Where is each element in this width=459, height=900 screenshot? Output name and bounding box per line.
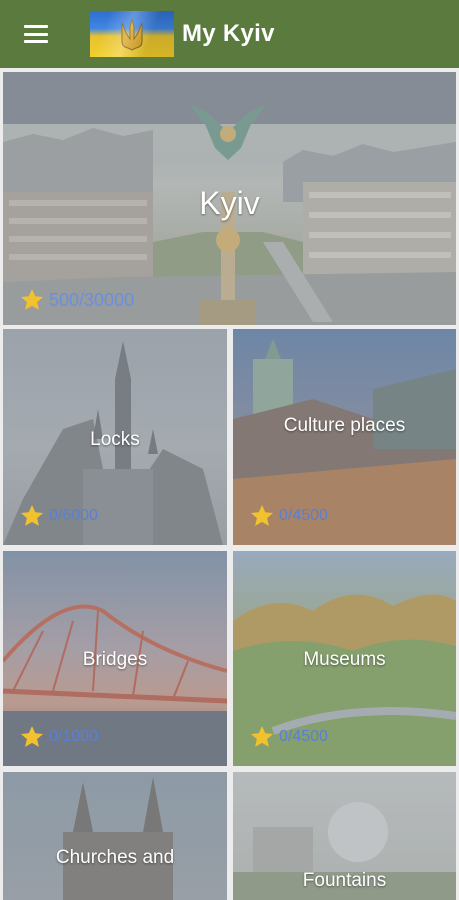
category-card-churches[interactable]: Churches and <box>3 772 227 900</box>
category-score-value: 0/1000 <box>49 728 98 745</box>
hero-kyiv-card[interactable]: Kyiv 500/30000 <box>3 72 456 325</box>
hero-score: 500/30000 <box>19 287 134 313</box>
app-screen: My Kyiv Kyiv 500/30000 Locks 0/6000 Cult… <box>0 0 459 900</box>
category-score-value: 0/4500 <box>279 728 328 745</box>
app-title: My Kyiv <box>182 20 275 47</box>
category-label: Culture places <box>283 415 406 436</box>
category-score: 0/6000 <box>19 503 98 529</box>
hamburger-menu-icon <box>24 25 48 43</box>
category-score: 0/4500 <box>249 724 328 750</box>
star-icon <box>250 725 274 747</box>
menu-button[interactable] <box>0 0 72 68</box>
app-bar: My Kyiv <box>0 0 459 68</box>
star-icon <box>20 504 44 526</box>
hero-title: Kyiv <box>199 185 260 221</box>
category-label: Locks <box>90 429 140 450</box>
star-icon <box>20 725 44 747</box>
star-icon <box>20 288 44 310</box>
category-score-value: 0/4500 <box>279 507 328 524</box>
category-card-bridges[interactable]: Bridges 0/1000 <box>3 551 227 766</box>
category-card-culture-places[interactable]: Culture places 0/4500 <box>233 329 456 545</box>
category-label: Churches and <box>55 847 175 868</box>
category-score-value: 0/6000 <box>49 507 98 524</box>
category-score: 0/4500 <box>249 503 328 529</box>
category-label: Bridges <box>82 649 148 670</box>
category-score: 0/1000 <box>19 724 98 750</box>
category-card-locks[interactable]: Locks 0/6000 <box>3 329 227 545</box>
category-label: Fountains <box>302 870 387 891</box>
category-label: Museums <box>303 649 386 670</box>
star-icon <box>250 504 274 526</box>
hero-score-value: 500/30000 <box>49 289 135 310</box>
ukraine-flag-trident-icon <box>90 11 174 57</box>
category-card-museums[interactable]: Museums 0/4500 <box>233 551 456 766</box>
category-card-fountains[interactable]: Fountains <box>233 772 456 900</box>
